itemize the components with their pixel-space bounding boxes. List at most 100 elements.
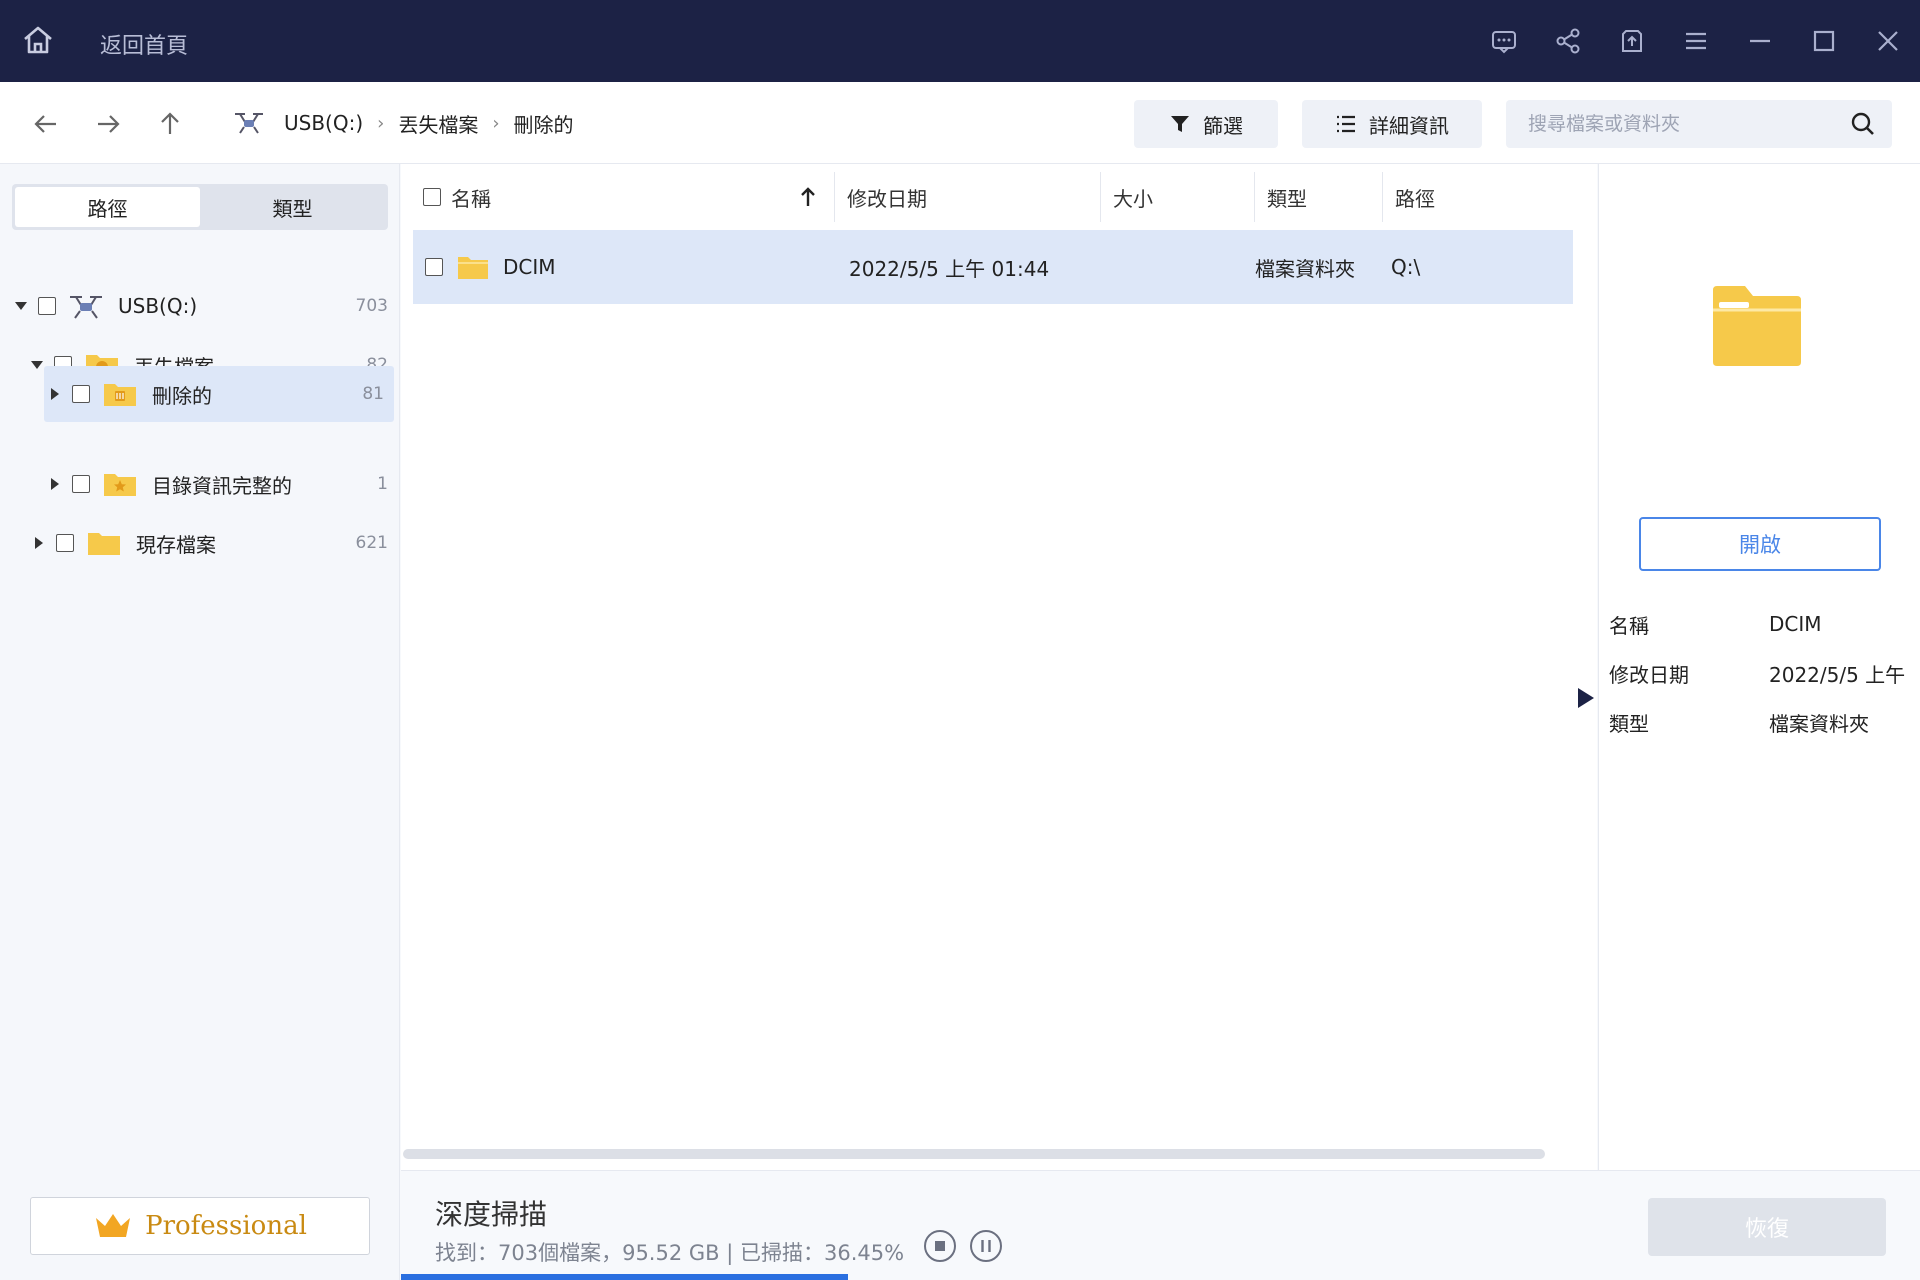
chat-icon	[1492, 31, 1516, 54]
property-value: 2022/5/5 上午 ..	[1769, 662, 1909, 687]
tree-item-count: 703	[355, 296, 388, 316]
scan-info: 找到：703個檔案，95.52 GB | 已掃描：36.45%	[435, 1241, 905, 1265]
row-checkbox[interactable]	[425, 258, 443, 276]
search-box	[1506, 100, 1892, 148]
share-icon	[1556, 28, 1580, 54]
scan-progress-bar	[401, 1274, 1920, 1280]
title-bar: 返回首頁	[0, 0, 1920, 82]
column-path[interactable]: 路徑	[1383, 172, 1573, 222]
search-input[interactable]	[1506, 100, 1848, 148]
select-all-checkbox[interactable]	[423, 188, 441, 206]
column-type[interactable]: 類型	[1255, 172, 1383, 222]
property-value: 檔案資料夾	[1769, 711, 1869, 736]
tab-type[interactable]: 類型	[200, 187, 385, 227]
tab-path[interactable]: 路徑	[15, 187, 200, 227]
property-name: 名稱 DCIM	[1609, 604, 1909, 644]
caret-right-icon[interactable]	[32, 536, 46, 550]
property-key: 名稱	[1609, 613, 1649, 638]
close-button[interactable]	[1856, 0, 1920, 82]
breadcrumb: USB(Q:) › 丟失檔案 › 刪除的	[232, 108, 574, 138]
breadcrumb-separator: ›	[492, 112, 500, 134]
deleted-folder-icon	[104, 384, 136, 406]
checkbox[interactable]	[72, 475, 90, 493]
pause-scan-icon[interactable]	[969, 1229, 1003, 1263]
arrow-right-icon	[98, 115, 120, 133]
scan-title: 深度掃描	[435, 1198, 548, 1231]
caret-right-icon[interactable]	[48, 387, 62, 401]
tree-item-count: 1	[377, 474, 388, 494]
tree-item-count: 621	[355, 533, 388, 553]
cell-path: Q:\	[1391, 255, 1421, 279]
search-icon[interactable]	[1848, 109, 1878, 139]
share-button[interactable]	[1536, 0, 1600, 82]
property-modified: 修改日期 2022/5/5 上午 ..	[1609, 653, 1909, 693]
checkbox[interactable]	[56, 534, 74, 552]
filter-label: 篩選	[1203, 113, 1243, 138]
minimize-button[interactable]	[1728, 0, 1792, 82]
column-label: 修改日期	[847, 186, 927, 211]
back-button[interactable]	[26, 104, 66, 144]
property-key: 修改日期	[1609, 662, 1689, 687]
checkbox[interactable]	[72, 385, 90, 403]
property-key: 類型	[1609, 711, 1649, 736]
maximize-icon	[1813, 30, 1835, 52]
column-label: 路徑	[1395, 186, 1435, 211]
stop-scan-icon[interactable]	[923, 1229, 957, 1263]
breadcrumb-deleted[interactable]: 刪除的	[514, 109, 574, 138]
tree-item-usb[interactable]: USB(Q:) 703	[14, 278, 388, 334]
drone-icon	[70, 296, 102, 319]
professional-label: Professional	[145, 1211, 307, 1241]
breadcrumb-lost-files[interactable]: 丟失檔案	[398, 109, 478, 138]
list-icon	[1337, 115, 1355, 133]
crown-icon	[96, 1214, 131, 1237]
property-type: 類型 檔案資料夾	[1609, 702, 1909, 742]
breadcrumb-separator: ›	[377, 112, 385, 134]
recover-button[interactable]: 恢復	[1648, 1198, 1886, 1256]
horizontal-scrollbar[interactable]	[403, 1149, 1545, 1159]
toolbar: USB(Q:) › 丟失檔案 › 刪除的 篩選 詳細資訊	[0, 82, 1920, 164]
caret-right-icon[interactable]	[48, 477, 62, 491]
details-button[interactable]: 詳細資訊	[1302, 100, 1482, 148]
starred-folder-icon	[104, 474, 136, 496]
professional-button[interactable]: Professional	[30, 1197, 370, 1255]
column-size[interactable]: 大小	[1101, 172, 1255, 222]
up-button[interactable]	[150, 104, 190, 144]
column-name[interactable]: 名稱	[411, 172, 835, 222]
cell-name: DCIM	[503, 255, 556, 279]
tree-item-label: 目錄資訊完整的	[152, 473, 292, 498]
minimize-icon	[1750, 39, 1770, 43]
tree-item-label: USB(Q:)	[118, 294, 198, 318]
open-button[interactable]: 開啟	[1639, 517, 1881, 571]
menu-button[interactable]	[1664, 0, 1728, 82]
table-header: 名稱 修改日期 大小 類型 路徑	[411, 172, 1573, 222]
cell-modified: 2022/5/5 上午 01:44	[849, 256, 1050, 281]
back-home-label[interactable]: 返回首頁	[100, 28, 188, 60]
arrow-up-icon	[161, 112, 179, 134]
caret-down-icon[interactable]	[14, 299, 28, 313]
forward-button[interactable]	[88, 104, 128, 144]
table-row[interactable]: DCIM 2022/5/5 上午 01:44 檔案資料夾 Q:\	[413, 230, 1573, 304]
column-label: 大小	[1113, 186, 1153, 211]
collapse-panel-icon[interactable]	[1576, 686, 1596, 710]
feedback-button[interactable]	[1472, 0, 1536, 82]
tree-item-count: 81	[362, 384, 384, 404]
filter-icon	[1171, 116, 1189, 132]
folder-icon	[88, 533, 120, 555]
filter-button[interactable]: 篩選	[1134, 100, 1278, 148]
tree-item-deleted[interactable]: 刪除的 81	[44, 366, 394, 422]
maximize-button[interactable]	[1792, 0, 1856, 82]
close-icon	[1878, 31, 1898, 51]
file-list: 名稱 修改日期 大小 類型 路徑 DCIM 2022/5/5 上午 01:44 …	[401, 164, 1597, 1170]
upgrade-button[interactable]	[1600, 0, 1664, 82]
breadcrumb-usb[interactable]: USB(Q:)	[284, 111, 363, 135]
home-icon[interactable]	[20, 22, 56, 58]
caret-down-icon[interactable]	[30, 358, 44, 372]
tree-item-complete-dir[interactable]: 目錄資訊完整的 1	[48, 456, 388, 512]
tree-item-label: 刪除的	[152, 383, 212, 408]
tree-item-existing-files[interactable]: 現存檔案 621	[32, 515, 388, 571]
checkbox[interactable]	[38, 297, 56, 315]
column-modified[interactable]: 修改日期	[835, 172, 1101, 222]
sort-ascending-icon[interactable]	[798, 186, 818, 208]
folder-icon	[458, 257, 488, 279]
details-label: 詳細資訊	[1369, 113, 1449, 138]
